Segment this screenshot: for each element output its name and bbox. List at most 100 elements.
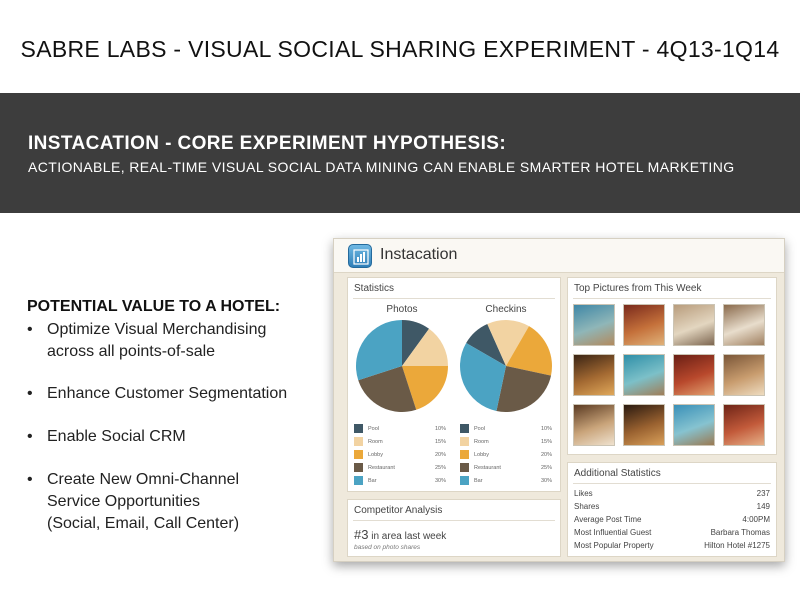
legend-swatch — [460, 437, 469, 446]
legend-row: Room 15% — [354, 437, 450, 447]
legend-percent: 15% — [540, 439, 552, 445]
panel-title: Top Pictures from This Week — [574, 283, 702, 294]
legend-swatch — [354, 437, 363, 446]
legend-label: Room — [368, 439, 383, 445]
legend-percent: 25% — [434, 465, 446, 471]
bar-chart-icon — [348, 244, 372, 268]
panel-title: Competitor Analysis — [354, 505, 443, 516]
stat-row: Average Post Time 4:00PM — [574, 515, 770, 527]
hypothesis-banner: INSTACATION - CORE EXPERIMENT HYPOTHESIS… — [0, 93, 800, 213]
pie-title: Photos — [386, 304, 418, 315]
rank-text: in area last week — [371, 531, 447, 542]
restaurant-photo — [723, 404, 765, 446]
legend-swatch — [354, 476, 363, 485]
stat-row: Shares 149 — [574, 502, 770, 514]
legend-label: Bar — [368, 478, 377, 484]
legend-row: Pool 10% — [460, 424, 556, 434]
photos-pie-chart — [356, 320, 448, 412]
legend-percent: 20% — [540, 452, 552, 458]
divider — [353, 520, 555, 521]
stat-value: 149 — [756, 502, 770, 511]
competitor-panel: Competitor Analysis #3 in area last week… — [347, 499, 561, 557]
divider — [353, 298, 555, 299]
bullet: • — [27, 321, 33, 338]
legend-percent: 10% — [434, 426, 446, 432]
bullet: • — [27, 385, 33, 402]
room-photo — [723, 304, 765, 346]
value-item-line: Enhance Customer Segmentation — [47, 385, 288, 402]
value-item-line: across all points-of-sale — [47, 343, 216, 360]
thumbnail-grid — [573, 304, 773, 452]
legend-label: Lobby — [368, 452, 383, 458]
legend-label: Lobby — [474, 452, 489, 458]
value-item: • Enhance Customer Segmentation — [27, 383, 327, 405]
panel-title: Statistics — [354, 283, 395, 294]
legend-percent: 30% — [540, 478, 552, 484]
stat-label: Shares — [574, 502, 600, 511]
bar-photo — [623, 404, 665, 446]
top-pictures-panel: Top Pictures from This Week — [567, 277, 777, 455]
stat-label: Average Post Time — [574, 515, 642, 524]
additional-statistics-panel: Additional Statistics Likes 237 Shares 1… — [567, 462, 777, 557]
stat-value: 4:00PM — [742, 515, 770, 524]
legend-row: Restaurant 25% — [354, 463, 450, 473]
stat-value: 237 — [756, 489, 770, 498]
room-photo — [573, 404, 615, 446]
bar-photo — [573, 354, 615, 396]
legend-percent: 30% — [434, 478, 446, 484]
legend-row: Pool 10% — [354, 424, 450, 434]
stat-row: Most Popular Property Hilton Hotel #1275 — [574, 541, 770, 553]
stat-row: Likes 237 — [574, 489, 770, 501]
value-item: • Optimize Visual Merchandising across a… — [27, 319, 327, 363]
banner-subtitle: ACTIONABLE, REAL-TIME VISUAL SOCIAL DATA… — [28, 159, 735, 175]
legend-label: Restaurant — [368, 465, 395, 471]
panel-title: Additional Statistics — [574, 468, 661, 479]
bullet: • — [27, 428, 33, 445]
lobby-photo — [673, 304, 715, 346]
instacation-app-screenshot: Instacation Statistics Photos Checkins P… — [333, 238, 785, 562]
legend-row: Bar 30% — [460, 476, 556, 486]
legend-row: Room 15% — [460, 437, 556, 447]
divider — [573, 298, 771, 299]
value-item-line: Create New Omni-Channel — [47, 471, 240, 488]
legend-swatch — [460, 424, 469, 433]
stat-value: Barbara Thomas — [710, 528, 770, 537]
value-list: • Optimize Visual Merchandising across a… — [27, 319, 327, 535]
legend-label: Pool — [368, 426, 380, 432]
checkins-legend: Pool 10% Room 15% Lobby 20% Restaurant 25% Bar 30… — [460, 424, 556, 489]
stat-label: Most Popular Property — [574, 541, 654, 550]
app-name: Instacation — [380, 246, 458, 263]
legend-swatch — [460, 476, 469, 485]
slide-title: SABRE LABS - VISUAL SOCIAL SHARING EXPER… — [20, 36, 780, 62]
legend-row: Restaurant 25% — [460, 463, 556, 473]
stat-value: Hilton Hotel #1275 — [704, 541, 770, 550]
legend-label: Pool — [474, 426, 486, 432]
legend-percent: 15% — [434, 439, 446, 445]
restaurant-photo — [673, 354, 715, 396]
legend-percent: 10% — [540, 426, 552, 432]
legend-percent: 20% — [434, 452, 446, 458]
value-item-line: Enable Social CRM — [47, 428, 186, 445]
app-header: Instacation — [334, 239, 784, 273]
competitor-rank: #3 in area last week — [354, 527, 446, 542]
legend-swatch — [354, 463, 363, 472]
legend-swatch — [354, 424, 363, 433]
lobby-photo — [723, 354, 765, 396]
value-item-line: (Social, Email, Call Center) — [47, 515, 240, 532]
statistics-panel: Statistics Photos Checkins Pool 10% Room 15… — [347, 277, 561, 492]
pie-title: Checkins — [485, 304, 527, 315]
legend-percent: 25% — [540, 465, 552, 471]
legend-row: Lobby 20% — [354, 450, 450, 460]
stat-label: Most Influential Guest — [574, 528, 652, 537]
legend-swatch — [354, 450, 363, 459]
legend-label: Room — [474, 439, 489, 445]
bullet: • — [27, 471, 33, 488]
pool-photo — [673, 404, 715, 446]
value-item-line: Optimize Visual Merchandising — [47, 321, 267, 338]
photos-legend: Pool 10% Room 15% Lobby 20% Restaurant 25% Bar 30… — [354, 424, 450, 489]
stat-label: Likes — [574, 489, 593, 498]
stat-row: Most Influential Guest Barbara Thomas — [574, 528, 770, 540]
legend-swatch — [460, 463, 469, 472]
rank-number: #3 — [354, 527, 369, 542]
value-heading: POTENTIAL VALUE TO A HOTEL: — [27, 298, 281, 315]
